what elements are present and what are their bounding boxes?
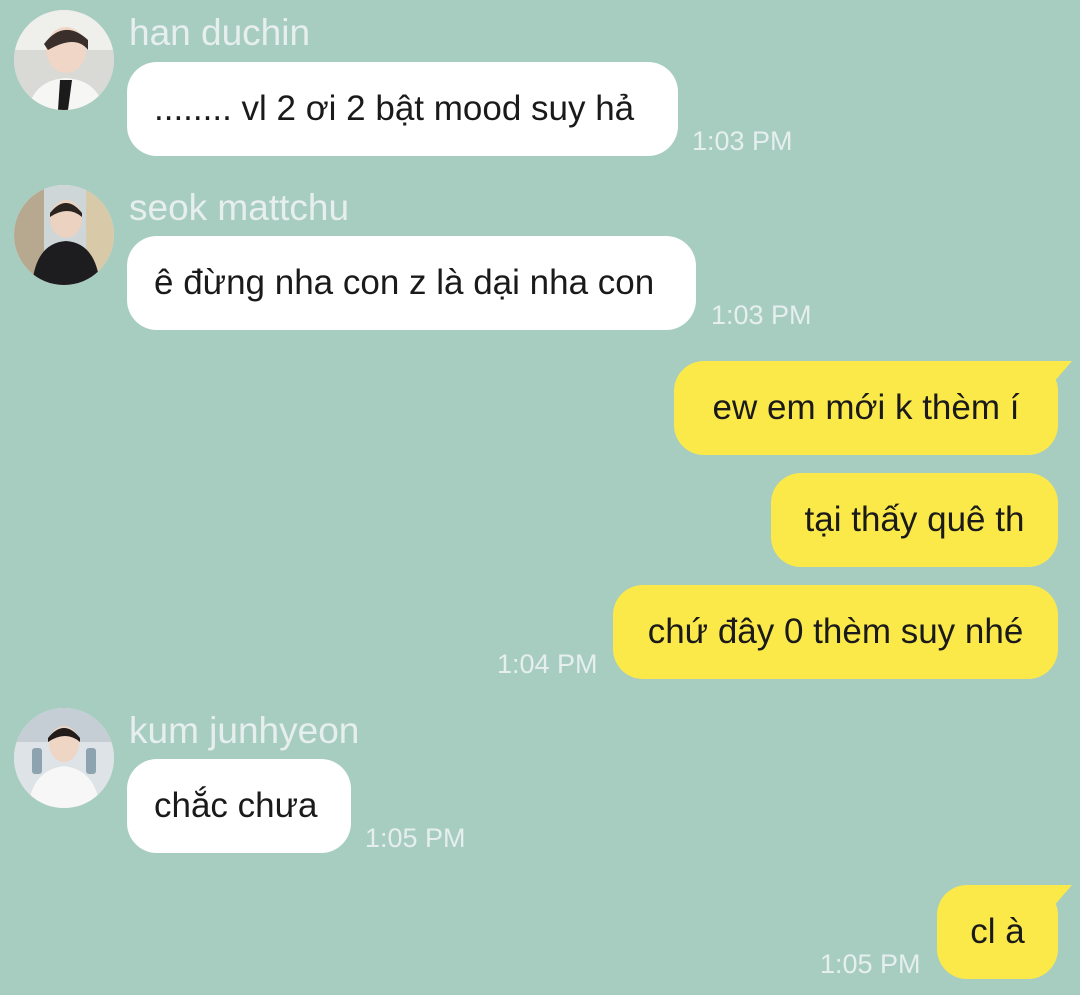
incoming-message-bubble[interactable]: ê đừng nha con z là dại nha con bbox=[127, 236, 696, 330]
sender-name: seok mattchu bbox=[129, 187, 350, 228]
outgoing-message-bubble[interactable]: chứ đây 0 thèm suy nhé bbox=[613, 585, 1058, 679]
sender-avatar[interactable] bbox=[14, 708, 114, 808]
message-timestamp: 1:03 PM bbox=[692, 126, 793, 156]
outgoing-message-bubble[interactable]: tại thấy quê th bbox=[771, 473, 1058, 567]
profile-photo-icon bbox=[14, 708, 114, 808]
incoming-message-bubble[interactable]: chắc chưa bbox=[127, 759, 351, 853]
chat-area[interactable]: han duchin ........ vl 2 ơi 2 bật mood s… bbox=[0, 0, 1080, 995]
message-timestamp: 1:05 PM bbox=[365, 823, 466, 853]
outgoing-message-bubble[interactable]: ew em mới k thèm í bbox=[674, 361, 1058, 455]
outgoing-message-bubble[interactable]: cl à bbox=[937, 885, 1058, 979]
sender-name: kum junhyeon bbox=[129, 710, 360, 751]
message-timestamp: 1:05 PM bbox=[820, 949, 921, 979]
sender-name: han duchin bbox=[129, 12, 311, 53]
sender-avatar[interactable] bbox=[14, 185, 114, 285]
message-timestamp: 1:04 PM bbox=[497, 649, 598, 679]
profile-photo-icon bbox=[14, 185, 114, 285]
message-timestamp: 1:03 PM bbox=[711, 300, 812, 330]
profile-photo-icon bbox=[14, 10, 114, 110]
sender-avatar[interactable] bbox=[14, 10, 114, 110]
incoming-message-bubble[interactable]: ........ vl 2 ơi 2 bật mood suy hả bbox=[127, 62, 678, 156]
